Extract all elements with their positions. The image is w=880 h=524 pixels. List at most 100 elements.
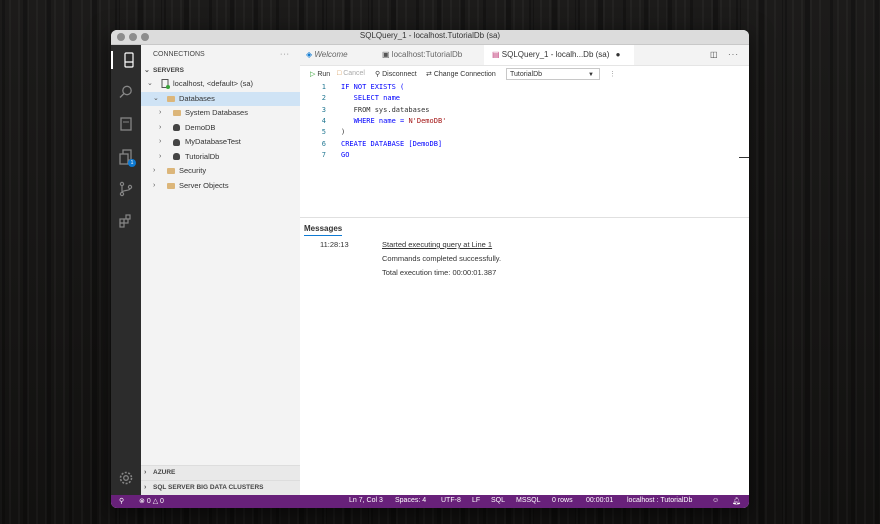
language-mode[interactable]: SQL: [491, 497, 505, 504]
bdc-section[interactable]: › SQL SERVER BIG DATA CLUSTERS: [141, 480, 300, 495]
remote-icon[interactable]: ⚲: [119, 497, 124, 505]
feedback-icon[interactable]: ☺: [712, 497, 719, 504]
chevron-right-icon: ›: [159, 138, 162, 145]
disconnect-label: Disconnect: [382, 71, 417, 78]
stop-icon: □: [337, 70, 342, 77]
run-label: Run: [317, 71, 331, 78]
chevron-right-icon: ›: [153, 181, 156, 189]
tree-item-mydatabasetest[interactable]: › MyDatabaseTest: [141, 135, 300, 150]
status-bar: ⚲ ⊗ 0 △ 0 Ln 7, Col 3 Spaces: 4 UTF-8 LF…: [111, 495, 749, 508]
tree-item-label: TutorialDb: [185, 151, 220, 161]
unsaved-indicator[interactable]: ●: [616, 50, 621, 59]
tree-item-demodb[interactable]: › DemoDB: [141, 121, 300, 136]
notebook-icon[interactable]: [117, 115, 135, 133]
tree-item-label: System Databases: [185, 108, 248, 117]
message-text: Total execution time: 00:00:01.387: [382, 268, 497, 277]
azure-section[interactable]: › AZURE: [141, 466, 300, 480]
end-of-line[interactable]: LF: [472, 497, 480, 504]
elapsed-time: 00:00:01: [586, 497, 614, 504]
split-editor-icon[interactable]: ◫: [710, 45, 718, 65]
tab-label: Welcome: [314, 50, 348, 59]
tab-welcome[interactable]: ◈ Welcome: [306, 45, 376, 65]
change-connection-icon: ⇄: [426, 71, 432, 78]
warning-icon: △: [152, 498, 159, 505]
more-actions-button[interactable]: ···: [280, 45, 290, 65]
tree-item-databases[interactable]: ⌄ Databases: [141, 91, 300, 106]
folder-icon: [167, 95, 175, 102]
problems-indicator[interactable]: ⊗ 0 △ 0: [139, 497, 164, 505]
tree-item-security[interactable]: › Security: [141, 164, 300, 179]
database-select-value: TutorialDb: [510, 71, 543, 78]
chevron-right-icon: ›: [144, 484, 147, 491]
sidebar-title: CONNECTIONS: [153, 51, 205, 58]
activity-bar: 1: [111, 45, 141, 495]
tab-messages[interactable]: Messages: [304, 224, 343, 236]
error-count: 0: [146, 498, 151, 505]
database-icon: [173, 124, 180, 131]
code-line: IF NOT EXISTS (: [341, 83, 405, 91]
line-number: 7: [321, 150, 326, 159]
source-control-icon[interactable]: [117, 180, 135, 198]
extensions-icon[interactable]: [117, 212, 135, 230]
azure-section-label: AZURE: [153, 469, 176, 476]
line-number: 4: [321, 116, 326, 125]
change-connection-label: Change Connection: [433, 71, 496, 78]
database-select[interactable]: TutorialDb ▼: [506, 68, 600, 80]
query-toolbar: ▷ Run □ Cancel ⚲ Disconnect ⇄ Change Con…: [300, 66, 749, 83]
message-link[interactable]: Started executing query at Line 1: [382, 240, 492, 249]
cancel-button[interactable]: □ Cancel: [337, 70, 365, 77]
dropdown-arrow-icon: ▼: [588, 72, 594, 78]
bdc-section-label: SQL SERVER BIG DATA CLUSTERS: [153, 484, 264, 491]
chevron-right-icon: ›: [159, 152, 162, 160]
encoding[interactable]: UTF-8: [441, 497, 461, 504]
tree-item-server[interactable]: ⌄ localhost, <default> (sa): [141, 77, 300, 92]
warning-count: 0: [160, 498, 164, 505]
tab-label: localhost:TutorialDb: [391, 50, 463, 59]
run-button[interactable]: ▷ Run: [310, 70, 330, 78]
line-number: 1: [321, 83, 326, 91]
tab-localhost-tutorialdb[interactable]: ▣ localhost:TutorialDb: [382, 45, 482, 65]
line-number: 6: [321, 139, 326, 148]
change-connection-button[interactable]: ⇄ Change Connection: [426, 70, 496, 78]
minimap-slider[interactable]: [739, 157, 749, 158]
play-icon: ▷: [310, 71, 316, 78]
window-title: SQLQuery_1 - localhost.TutorialDb (sa): [359, 31, 501, 40]
tab-label: SQLQuery_1 - localh...Db (sa): [501, 50, 610, 59]
database-icon: [173, 153, 180, 160]
connection-status[interactable]: localhost : TutorialDb: [627, 497, 692, 504]
sql-file-icon: ▤: [492, 50, 500, 59]
explorer-badge: 1: [128, 159, 136, 167]
connections-icon[interactable]: [111, 51, 141, 69]
welcome-icon: ◈: [306, 50, 313, 59]
more-actions-icon[interactable]: ···: [728, 45, 739, 65]
code-line: WHERE name = N'DemoDB': [341, 116, 447, 125]
chevron-right-icon: ›: [159, 123, 162, 131]
sidebar-bottom-sections: › AZURE › SQL SERVER BIG DATA CLUSTERS: [141, 465, 300, 495]
gear-icon[interactable]: [117, 469, 135, 487]
editor-tabs: ◈ Welcome ▣ localhost:TutorialDb ▤ SQLQu…: [300, 45, 749, 66]
tree-item-tutorialdb[interactable]: › TutorialDb: [141, 150, 300, 165]
code-line: CREATE DATABASE [DemoDB]: [341, 139, 443, 148]
connections-sidebar: CONNECTIONS ··· ⌄ SERVERS ⌄ localhost, <…: [141, 45, 300, 495]
cursor-position[interactable]: Ln 7, Col 3: [349, 497, 383, 504]
disconnect-button[interactable]: ⚲ Disconnect: [375, 70, 417, 78]
toolbar-divider: ⋮: [609, 71, 616, 78]
servers-section[interactable]: ⌄ SERVERS: [141, 65, 300, 77]
sql-provider[interactable]: MSSQL: [516, 497, 541, 504]
error-icon: ⊗: [139, 498, 145, 505]
search-icon[interactable]: [117, 83, 135, 101]
bell-icon[interactable]: 🔔︎: [732, 497, 741, 505]
tree-item-system-databases[interactable]: › System Databases: [141, 106, 300, 121]
tree-item-label: MyDatabaseTest: [185, 137, 241, 146]
database-icon: [173, 138, 180, 146]
servers-section-label: SERVERS: [153, 67, 184, 74]
indentation[interactable]: Spaces: 4: [395, 497, 426, 504]
tab-sqlquery[interactable]: ▤ SQLQuery_1 - localh...Db (sa) ●: [484, 45, 634, 65]
title-bar: SQLQuery_1 - localhost.TutorialDb (sa): [111, 30, 749, 45]
dashboard-icon: ▣: [382, 50, 390, 59]
sidebar-header: CONNECTIONS ···: [141, 45, 300, 65]
tree-item-server-objects[interactable]: › Server Objects: [141, 179, 300, 194]
chevron-down-icon: ⌄: [147, 80, 153, 87]
explorer-icon[interactable]: 1: [117, 148, 136, 167]
message-time: 11:28:13: [320, 240, 349, 249]
